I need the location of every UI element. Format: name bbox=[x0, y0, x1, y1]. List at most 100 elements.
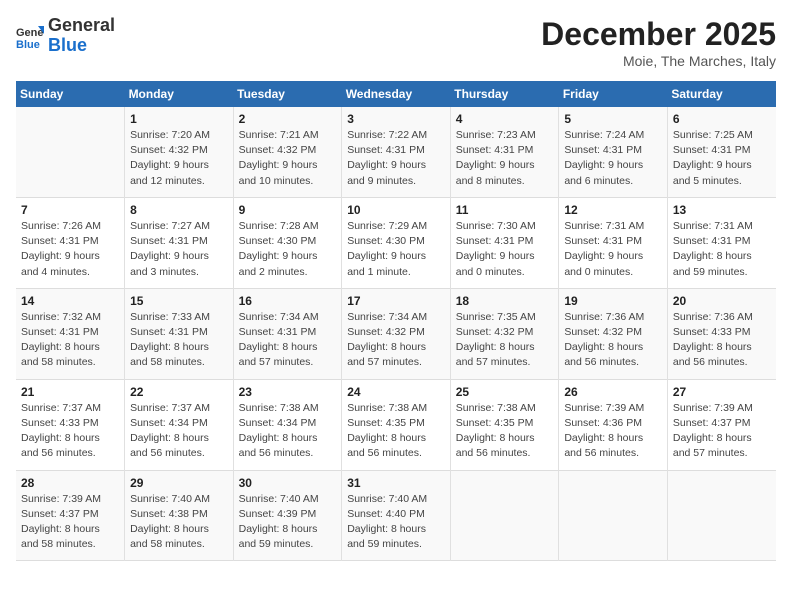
day-cell: 26Sunrise: 7:39 AM Sunset: 4:36 PM Dayli… bbox=[559, 379, 668, 470]
day-info: Sunrise: 7:37 AM Sunset: 4:33 PM Dayligh… bbox=[21, 401, 119, 462]
day-number: 5 bbox=[564, 112, 662, 126]
day-info: Sunrise: 7:27 AM Sunset: 4:31 PM Dayligh… bbox=[130, 219, 228, 280]
day-cell: 24 Sunrise: 7:38 AM Sunset: 4:35 PM Dayli… bbox=[342, 379, 451, 470]
logo-general: General bbox=[48, 15, 115, 35]
logo-icon: General Blue bbox=[16, 22, 44, 50]
day-cell bbox=[559, 470, 668, 561]
day-info: Sunrise: 7:34 AM Sunset: 4:32 PM Dayligh… bbox=[347, 310, 445, 371]
day-number: 24 bbox=[347, 385, 445, 399]
day-info: Sunrise: 7:20 AM Sunset: 4:32 PM Dayligh… bbox=[130, 128, 228, 189]
day-cell: 19Sunrise: 7:36 AM Sunset: 4:32 PM Dayli… bbox=[559, 288, 668, 379]
day-info: Sunrise: 7:33 AM Sunset: 4:31 PM Dayligh… bbox=[130, 310, 228, 371]
day-info: Sunrise: 7:34 AM Sunset: 4:31 PM Dayligh… bbox=[239, 310, 337, 371]
day-cell: 18Sunrise: 7:35 AM Sunset: 4:32 PM Dayli… bbox=[450, 288, 559, 379]
days-header-row: SundayMondayTuesdayWednesdayThursdayFrid… bbox=[16, 81, 776, 107]
day-cell: 2Sunrise: 7:21 AM Sunset: 4:32 PM Daylig… bbox=[233, 107, 342, 197]
week-row-4: 21 Sunrise: 7:37 AM Sunset: 4:33 PM Dayli… bbox=[16, 379, 776, 470]
day-cell: 21 Sunrise: 7:37 AM Sunset: 4:33 PM Dayli… bbox=[16, 379, 125, 470]
day-header-monday: Monday bbox=[125, 81, 234, 107]
day-cell: 20Sunrise: 7:36 AM Sunset: 4:33 PM Dayli… bbox=[667, 288, 776, 379]
day-cell: 1 Sunrise: 7:20 AM Sunset: 4:32 PM Daylig… bbox=[125, 107, 234, 197]
day-cell: 29Sunrise: 7:40 AM Sunset: 4:38 PM Dayli… bbox=[125, 470, 234, 561]
day-cell: 4Sunrise: 7:23 AM Sunset: 4:31 PM Daylig… bbox=[450, 107, 559, 197]
day-number: 8 bbox=[130, 203, 228, 217]
day-info: Sunrise: 7:39 AM Sunset: 4:37 PM Dayligh… bbox=[21, 492, 119, 553]
day-number: 30 bbox=[239, 476, 337, 490]
day-number: 22 bbox=[130, 385, 228, 399]
day-cell: 31 Sunrise: 7:40 AM Sunset: 4:40 PM Dayli… bbox=[342, 470, 451, 561]
title-area: December 2025 Moie, The Marches, Italy bbox=[541, 16, 776, 69]
day-number: 2 bbox=[239, 112, 337, 126]
day-info: Sunrise: 7:37 AM Sunset: 4:34 PM Dayligh… bbox=[130, 401, 228, 462]
day-info: Sunrise: 7:35 AM Sunset: 4:32 PM Dayligh… bbox=[456, 310, 554, 371]
day-cell: 22 Sunrise: 7:37 AM Sunset: 4:34 PM Dayli… bbox=[125, 379, 234, 470]
calendar-table: SundayMondayTuesdayWednesdayThursdayFrid… bbox=[16, 81, 776, 561]
day-cell: 23 Sunrise: 7:38 AM Sunset: 4:34 PM Dayli… bbox=[233, 379, 342, 470]
day-number: 4 bbox=[456, 112, 554, 126]
day-number: 17 bbox=[347, 294, 445, 308]
day-number: 16 bbox=[239, 294, 337, 308]
day-cell: 9 Sunrise: 7:28 AM Sunset: 4:30 PM Daylig… bbox=[233, 197, 342, 288]
day-header-friday: Friday bbox=[559, 81, 668, 107]
day-number: 12 bbox=[564, 203, 662, 217]
day-number: 1 bbox=[130, 112, 228, 126]
day-header-tuesday: Tuesday bbox=[233, 81, 342, 107]
day-info: Sunrise: 7:28 AM Sunset: 4:30 PM Dayligh… bbox=[239, 219, 337, 280]
logo: General Blue General Blue bbox=[16, 16, 115, 56]
day-cell: 5 Sunrise: 7:24 AM Sunset: 4:31 PM Daylig… bbox=[559, 107, 668, 197]
day-cell bbox=[450, 470, 559, 561]
day-info: Sunrise: 7:30 AM Sunset: 4:31 PM Dayligh… bbox=[456, 219, 554, 280]
day-info: Sunrise: 7:40 AM Sunset: 4:40 PM Dayligh… bbox=[347, 492, 445, 553]
day-header-wednesday: Wednesday bbox=[342, 81, 451, 107]
header: General Blue General Blue December 2025 … bbox=[16, 16, 776, 69]
day-header-sunday: Sunday bbox=[16, 81, 125, 107]
day-number: 19 bbox=[564, 294, 662, 308]
day-cell: 28 Sunrise: 7:39 AM Sunset: 4:37 PM Dayli… bbox=[16, 470, 125, 561]
day-header-thursday: Thursday bbox=[450, 81, 559, 107]
day-info: Sunrise: 7:38 AM Sunset: 4:35 PM Dayligh… bbox=[347, 401, 445, 462]
day-info: Sunrise: 7:24 AM Sunset: 4:31 PM Dayligh… bbox=[564, 128, 662, 189]
day-cell: 10Sunrise: 7:29 AM Sunset: 4:30 PM Dayli… bbox=[342, 197, 451, 288]
day-number: 9 bbox=[239, 203, 337, 217]
day-info: Sunrise: 7:31 AM Sunset: 4:31 PM Dayligh… bbox=[673, 219, 771, 280]
day-info: Sunrise: 7:38 AM Sunset: 4:34 PM Dayligh… bbox=[239, 401, 337, 462]
day-cell: 27 Sunrise: 7:39 AM Sunset: 4:37 PM Dayli… bbox=[667, 379, 776, 470]
week-row-2: 7Sunrise: 7:26 AM Sunset: 4:31 PM Daylig… bbox=[16, 197, 776, 288]
day-number: 3 bbox=[347, 112, 445, 126]
day-number: 27 bbox=[673, 385, 771, 399]
day-number: 25 bbox=[456, 385, 554, 399]
svg-text:Blue: Blue bbox=[16, 39, 40, 50]
day-number: 15 bbox=[130, 294, 228, 308]
day-number: 13 bbox=[673, 203, 771, 217]
day-cell: 7Sunrise: 7:26 AM Sunset: 4:31 PM Daylig… bbox=[16, 197, 125, 288]
day-cell: 11 Sunrise: 7:30 AM Sunset: 4:31 PM Dayli… bbox=[450, 197, 559, 288]
day-info: Sunrise: 7:32 AM Sunset: 4:31 PM Dayligh… bbox=[21, 310, 119, 371]
day-info: Sunrise: 7:40 AM Sunset: 4:38 PM Dayligh… bbox=[130, 492, 228, 553]
logo-blue: Blue bbox=[48, 35, 87, 55]
day-cell: 30Sunrise: 7:40 AM Sunset: 4:39 PM Dayli… bbox=[233, 470, 342, 561]
day-number: 14 bbox=[21, 294, 119, 308]
day-cell bbox=[667, 470, 776, 561]
calendar-subtitle: Moie, The Marches, Italy bbox=[541, 53, 776, 69]
day-info: Sunrise: 7:39 AM Sunset: 4:37 PM Dayligh… bbox=[673, 401, 771, 462]
day-cell: 12 Sunrise: 7:31 AM Sunset: 4:31 PM Dayli… bbox=[559, 197, 668, 288]
day-number: 23 bbox=[239, 385, 337, 399]
day-info: Sunrise: 7:39 AM Sunset: 4:36 PM Dayligh… bbox=[564, 401, 662, 462]
calendar-title: December 2025 bbox=[541, 16, 776, 53]
week-row-5: 28 Sunrise: 7:39 AM Sunset: 4:37 PM Dayli… bbox=[16, 470, 776, 561]
day-cell: 3Sunrise: 7:22 AM Sunset: 4:31 PM Daylig… bbox=[342, 107, 451, 197]
day-info: Sunrise: 7:25 AM Sunset: 4:31 PM Dayligh… bbox=[673, 128, 771, 189]
day-cell: 17 Sunrise: 7:34 AM Sunset: 4:32 PM Dayli… bbox=[342, 288, 451, 379]
day-number: 21 bbox=[21, 385, 119, 399]
day-number: 11 bbox=[456, 203, 554, 217]
day-cell: 8 Sunrise: 7:27 AM Sunset: 4:31 PM Daylig… bbox=[125, 197, 234, 288]
day-info: Sunrise: 7:38 AM Sunset: 4:35 PM Dayligh… bbox=[456, 401, 554, 462]
day-number: 20 bbox=[673, 294, 771, 308]
day-number: 7 bbox=[21, 203, 119, 217]
svg-text:General: General bbox=[16, 27, 44, 39]
day-number: 31 bbox=[347, 476, 445, 490]
day-info: Sunrise: 7:31 AM Sunset: 4:31 PM Dayligh… bbox=[564, 219, 662, 280]
day-number: 6 bbox=[673, 112, 771, 126]
day-cell: 14 Sunrise: 7:32 AM Sunset: 4:31 PM Dayli… bbox=[16, 288, 125, 379]
day-number: 28 bbox=[21, 476, 119, 490]
